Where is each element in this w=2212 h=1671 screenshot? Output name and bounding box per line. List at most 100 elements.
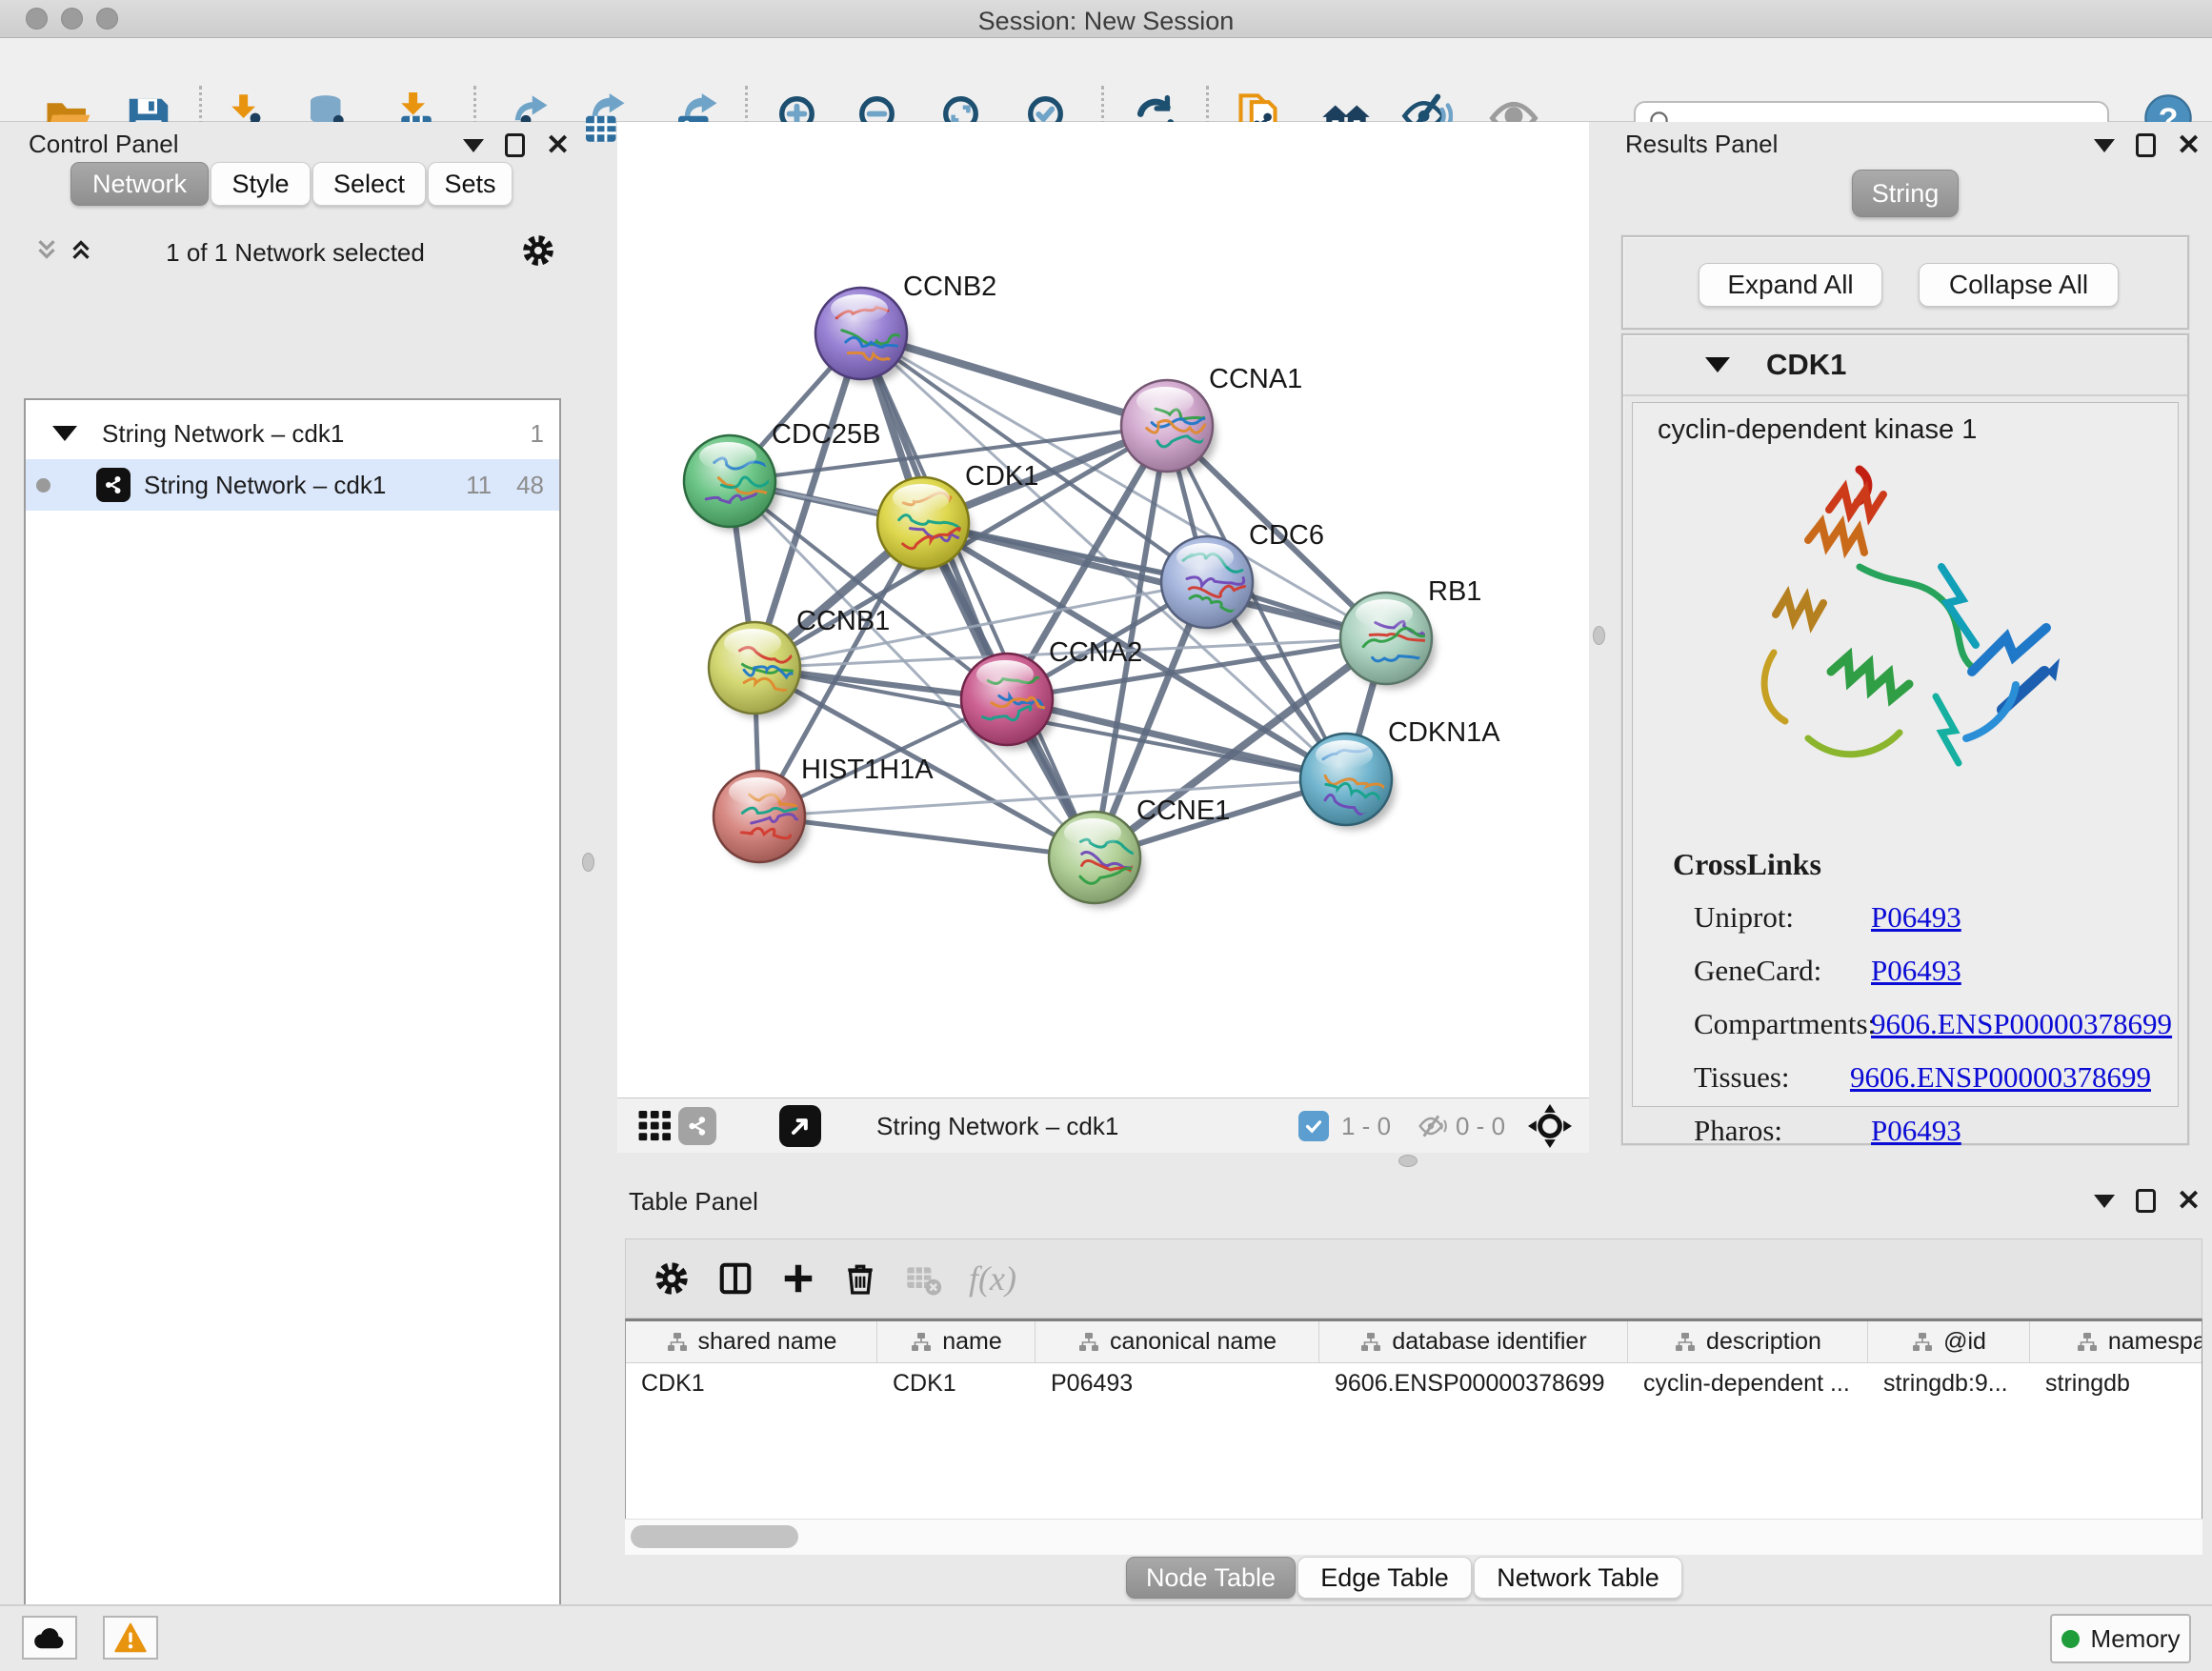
hidden-eye-slash-icon [1416, 1111, 1450, 1148]
panel-menu-caret-icon[interactable] [2094, 1195, 2115, 1208]
crosslink-row: Compartments:9606.ENSP00000378699 [1694, 997, 2151, 1051]
node-CDKN1A[interactable] [1300, 734, 1392, 825]
table-cell[interactable]: 9606.ENSP00000378699 [1319, 1370, 1628, 1398]
column-header-database-identifier[interactable]: database identifier [1319, 1321, 1628, 1362]
right-splitter-handle[interactable] [1593, 626, 1605, 645]
panel-close-icon[interactable]: ✕ [2177, 1190, 2201, 1213]
expand-all-button[interactable]: Expand All [1699, 263, 1882, 307]
birds-eye-view-icon[interactable] [779, 1105, 821, 1147]
edge-HIST1H1A-CCNE1[interactable] [759, 816, 1095, 857]
fit-content-crosshair-icon[interactable] [1528, 1104, 1572, 1155]
tab-edge-table[interactable]: Edge Table [1297, 1557, 1472, 1599]
table-cell[interactable]: CDK1 [626, 1370, 877, 1398]
crosslink-link[interactable]: P06493 [1871, 954, 1961, 988]
crosslink-row: Uniprot:P06493 [1694, 891, 2151, 944]
results-entry-box: CDK1 cyclin-dependent kinase 1 [1621, 333, 2189, 1145]
column-header--id[interactable]: @id [1868, 1321, 2030, 1362]
network-options-gear-icon[interactable] [520, 232, 556, 273]
column-header-description[interactable]: description [1628, 1321, 1868, 1362]
column-attribute-icon [910, 1331, 933, 1354]
network-view-title: String Network – cdk1 [876, 1112, 1118, 1141]
cloud-button[interactable] [22, 1616, 77, 1660]
tab-network[interactable]: Network [70, 162, 209, 206]
table-cell[interactable]: stringdb [2030, 1370, 2202, 1398]
column-header-shared-name[interactable]: shared name [626, 1321, 877, 1362]
tab-node-table[interactable]: Node Table [1126, 1557, 1296, 1599]
gene-collapse-icon[interactable] [1705, 357, 1730, 372]
table-cell[interactable]: stringdb:9... [1868, 1370, 2030, 1398]
bottom-splitter-handle[interactable] [1398, 1155, 1418, 1167]
node-CCNB2[interactable] [815, 288, 907, 379]
table-row[interactable]: CDK1CDK1P064939606.ENSP00000378699cyclin… [626, 1363, 2202, 1403]
panel-menu-caret-icon[interactable] [2094, 139, 2115, 152]
panel-close-icon[interactable]: ✕ [546, 134, 570, 157]
table-horizontal-scrollbar[interactable] [625, 1519, 2202, 1555]
selected-checkbox[interactable] [1298, 1111, 1329, 1141]
table-settings-gear-icon[interactable] [653, 1259, 691, 1298]
table-cell[interactable]: cyclin-dependent ... [1628, 1370, 1868, 1398]
collection-count: 1 [531, 419, 544, 449]
node-HIST1H1A[interactable] [714, 771, 807, 862]
warning-icon [114, 1622, 147, 1653]
table-toolbar: f(x) [625, 1238, 2202, 1319]
network-edge-count: 48 [516, 471, 544, 500]
tab-network-table[interactable]: Network Table [1474, 1557, 1682, 1599]
panel-close-icon[interactable]: ✕ [2177, 134, 2201, 157]
network-canvas[interactable]: CCNB2CCNA1CDC25BCDK1CDC6RB1CCNB1CCNA2CDK… [617, 122, 1589, 1097]
collection-label: String Network – cdk1 [102, 419, 344, 449]
results-panel-title: Results Panel [1625, 130, 1778, 159]
crosslink-link[interactable]: 9606.ENSP00000378699 [1871, 1007, 2172, 1041]
column-header-label: canonical name [1110, 1328, 1277, 1356]
column-header-name[interactable]: name [877, 1321, 1036, 1362]
add-column-icon[interactable] [780, 1259, 816, 1298]
column-header-label: namespace [2108, 1328, 2202, 1356]
collection-expand-icon[interactable] [52, 426, 77, 441]
expand-all-icon[interactable] [67, 234, 95, 270]
tab-string[interactable]: String [1852, 170, 1959, 217]
collapse-all-button[interactable]: Collapse All [1919, 263, 2119, 307]
control-panel: Control Panel ✕ NetworkStyleSelectSets 1… [0, 122, 572, 1604]
memory-status-icon [2061, 1630, 2080, 1648]
crosslink-link[interactable]: P06493 [1871, 1114, 1961, 1148]
table-cell[interactable]: P06493 [1036, 1370, 1319, 1398]
column-attribute-icon [666, 1331, 689, 1354]
network-collection-row[interactable]: String Network – cdk1 1 [26, 408, 559, 459]
column-header-namespace[interactable]: namespace [2030, 1321, 2202, 1362]
crosslink-link[interactable]: 9606.ENSP00000378699 [1850, 1060, 2151, 1095]
crosslink-label: GeneCard: [1694, 954, 1871, 988]
grid-view-icon[interactable] [638, 1111, 673, 1148]
delete-column-icon[interactable] [843, 1259, 877, 1298]
column-header-canonical-name[interactable]: canonical name [1036, 1321, 1319, 1362]
network-share-icon[interactable] [678, 1107, 716, 1145]
gene-header-row[interactable]: CDK1 [1623, 335, 2187, 396]
panel-float-icon[interactable] [505, 133, 525, 157]
panel-menu-caret-icon[interactable] [463, 139, 484, 152]
node-label-CCNB1: CCNB1 [796, 606, 890, 636]
left-splitter-handle[interactable] [582, 853, 594, 872]
warnings-button[interactable] [103, 1616, 158, 1660]
node-label-CDC25B: CDC25B [772, 419, 880, 450]
tab-sets[interactable]: Sets [428, 162, 513, 206]
cloud-icon [32, 1623, 67, 1652]
memory-button[interactable]: Memory [2050, 1614, 2191, 1663]
gene-description: cyclin-dependent kinase 1 [1658, 414, 1977, 446]
node-label-CDC6: CDC6 [1249, 520, 1324, 551]
panel-float-icon[interactable] [2136, 1189, 2156, 1213]
tab-select[interactable]: Select [312, 162, 426, 206]
network-node-count: 11 [466, 471, 492, 500]
node-label-CCNA2: CCNA2 [1049, 637, 1142, 668]
node-CDC6[interactable] [1161, 536, 1253, 628]
network-view-toolbar: String Network – cdk1 1 - 0 0 - 0 [617, 1097, 1589, 1153]
protein-structure-image [1717, 453, 2098, 826]
table-cell[interactable]: CDK1 [877, 1370, 1036, 1398]
node-CDK1[interactable] [877, 477, 971, 569]
tab-style[interactable]: Style [211, 162, 311, 206]
collapse-all-icon[interactable] [32, 234, 61, 270]
panel-float-icon[interactable] [2136, 133, 2156, 157]
network-row[interactable]: String Network – cdk1 11 48 [26, 459, 559, 511]
show-columns-icon[interactable] [717, 1259, 754, 1298]
scrollbar-thumb[interactable] [631, 1525, 798, 1548]
crosslink-label: Uniprot: [1694, 900, 1871, 935]
crosslink-link[interactable]: P06493 [1871, 900, 1961, 935]
column-header-label: @id [1943, 1328, 1986, 1356]
